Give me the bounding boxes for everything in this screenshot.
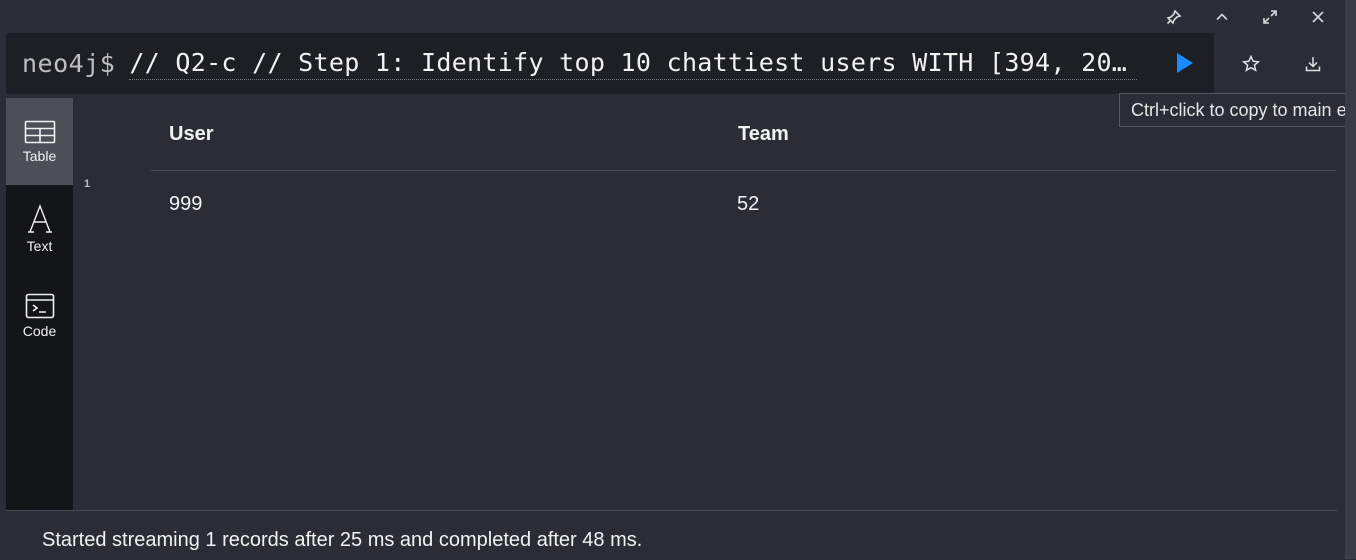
nav-item-label: Text xyxy=(26,237,53,254)
nav-item-label: Code xyxy=(22,322,57,339)
scrollbar[interactable] xyxy=(1345,0,1356,559)
status-text: Started streaming 1 records after 25 ms … xyxy=(42,529,643,551)
editor-prompt: neo4j$ xyxy=(22,49,116,78)
table-cell-user: 999 xyxy=(169,193,203,215)
table-cell-team: 52 xyxy=(737,193,760,215)
result-view-nav: Table Text Code xyxy=(6,98,73,510)
table-icon xyxy=(24,120,55,143)
column-header-user[interactable]: User xyxy=(169,123,213,146)
row-index: 1 xyxy=(84,178,91,190)
copy-tooltip: Ctrl+click to copy to main editor xyxy=(1119,93,1356,127)
play-icon[interactable] xyxy=(1172,51,1196,75)
nav-item-label: Table xyxy=(22,147,57,164)
frame-actions xyxy=(1220,40,1344,88)
nav-item-code[interactable]: Code xyxy=(6,272,73,359)
status-bar: Started streaming 1 records after 25 ms … xyxy=(6,510,1337,560)
close-icon[interactable] xyxy=(1294,4,1342,30)
code-icon xyxy=(25,293,54,318)
download-icon[interactable] xyxy=(1282,40,1344,88)
nav-item-text[interactable]: Text xyxy=(6,185,73,272)
column-header-team[interactable]: Team xyxy=(738,123,789,146)
star-icon[interactable] xyxy=(1220,40,1282,88)
result-table: User Team 1 999 52 xyxy=(73,98,1345,510)
nav-item-table[interactable]: Table xyxy=(6,98,73,185)
query-text[interactable]: // Q2-c // Step 1: Identify top 10 chatt… xyxy=(129,47,1138,80)
query-editor[interactable]: neo4j$ // Q2-c // Step 1: Identify top 1… xyxy=(6,33,1214,94)
expand-icon[interactable] xyxy=(1246,4,1294,30)
text-icon xyxy=(27,203,52,233)
chevron-up-icon[interactable] xyxy=(1198,4,1246,30)
pin-icon[interactable] xyxy=(1150,4,1198,30)
window-controls xyxy=(1150,4,1342,30)
